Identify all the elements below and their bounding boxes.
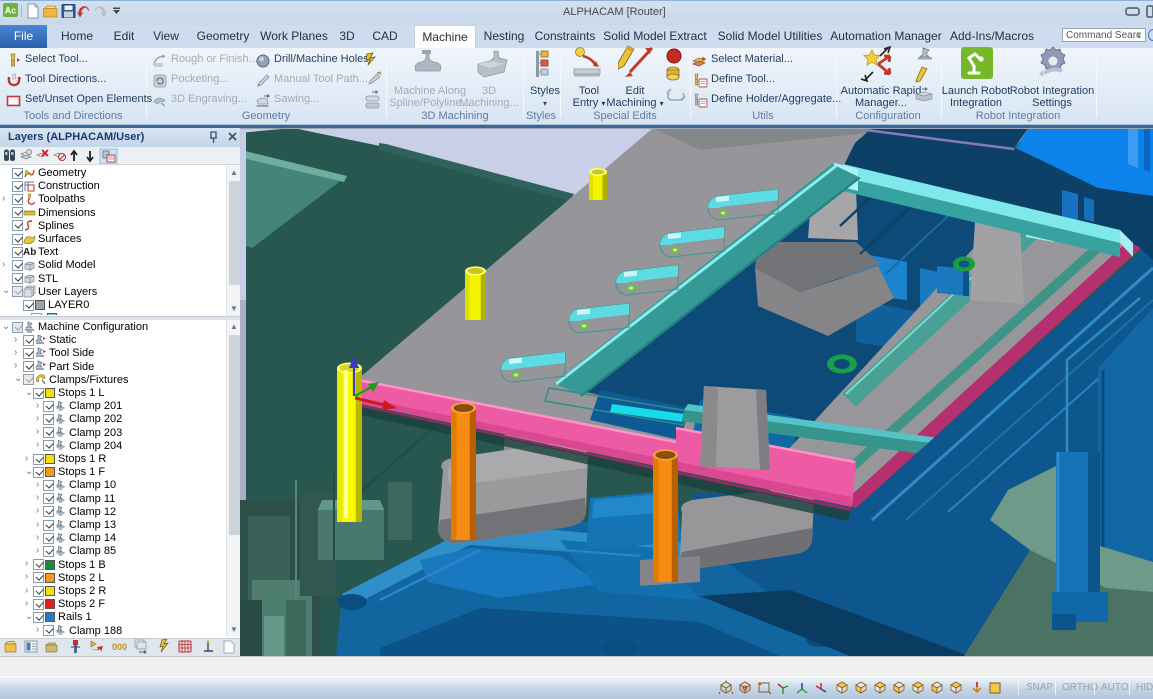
svg-text:Ac: Ac bbox=[5, 6, 17, 16]
svg-text:000: 000 bbox=[112, 642, 127, 652]
svg-text:Z: Z bbox=[348, 348, 354, 359]
